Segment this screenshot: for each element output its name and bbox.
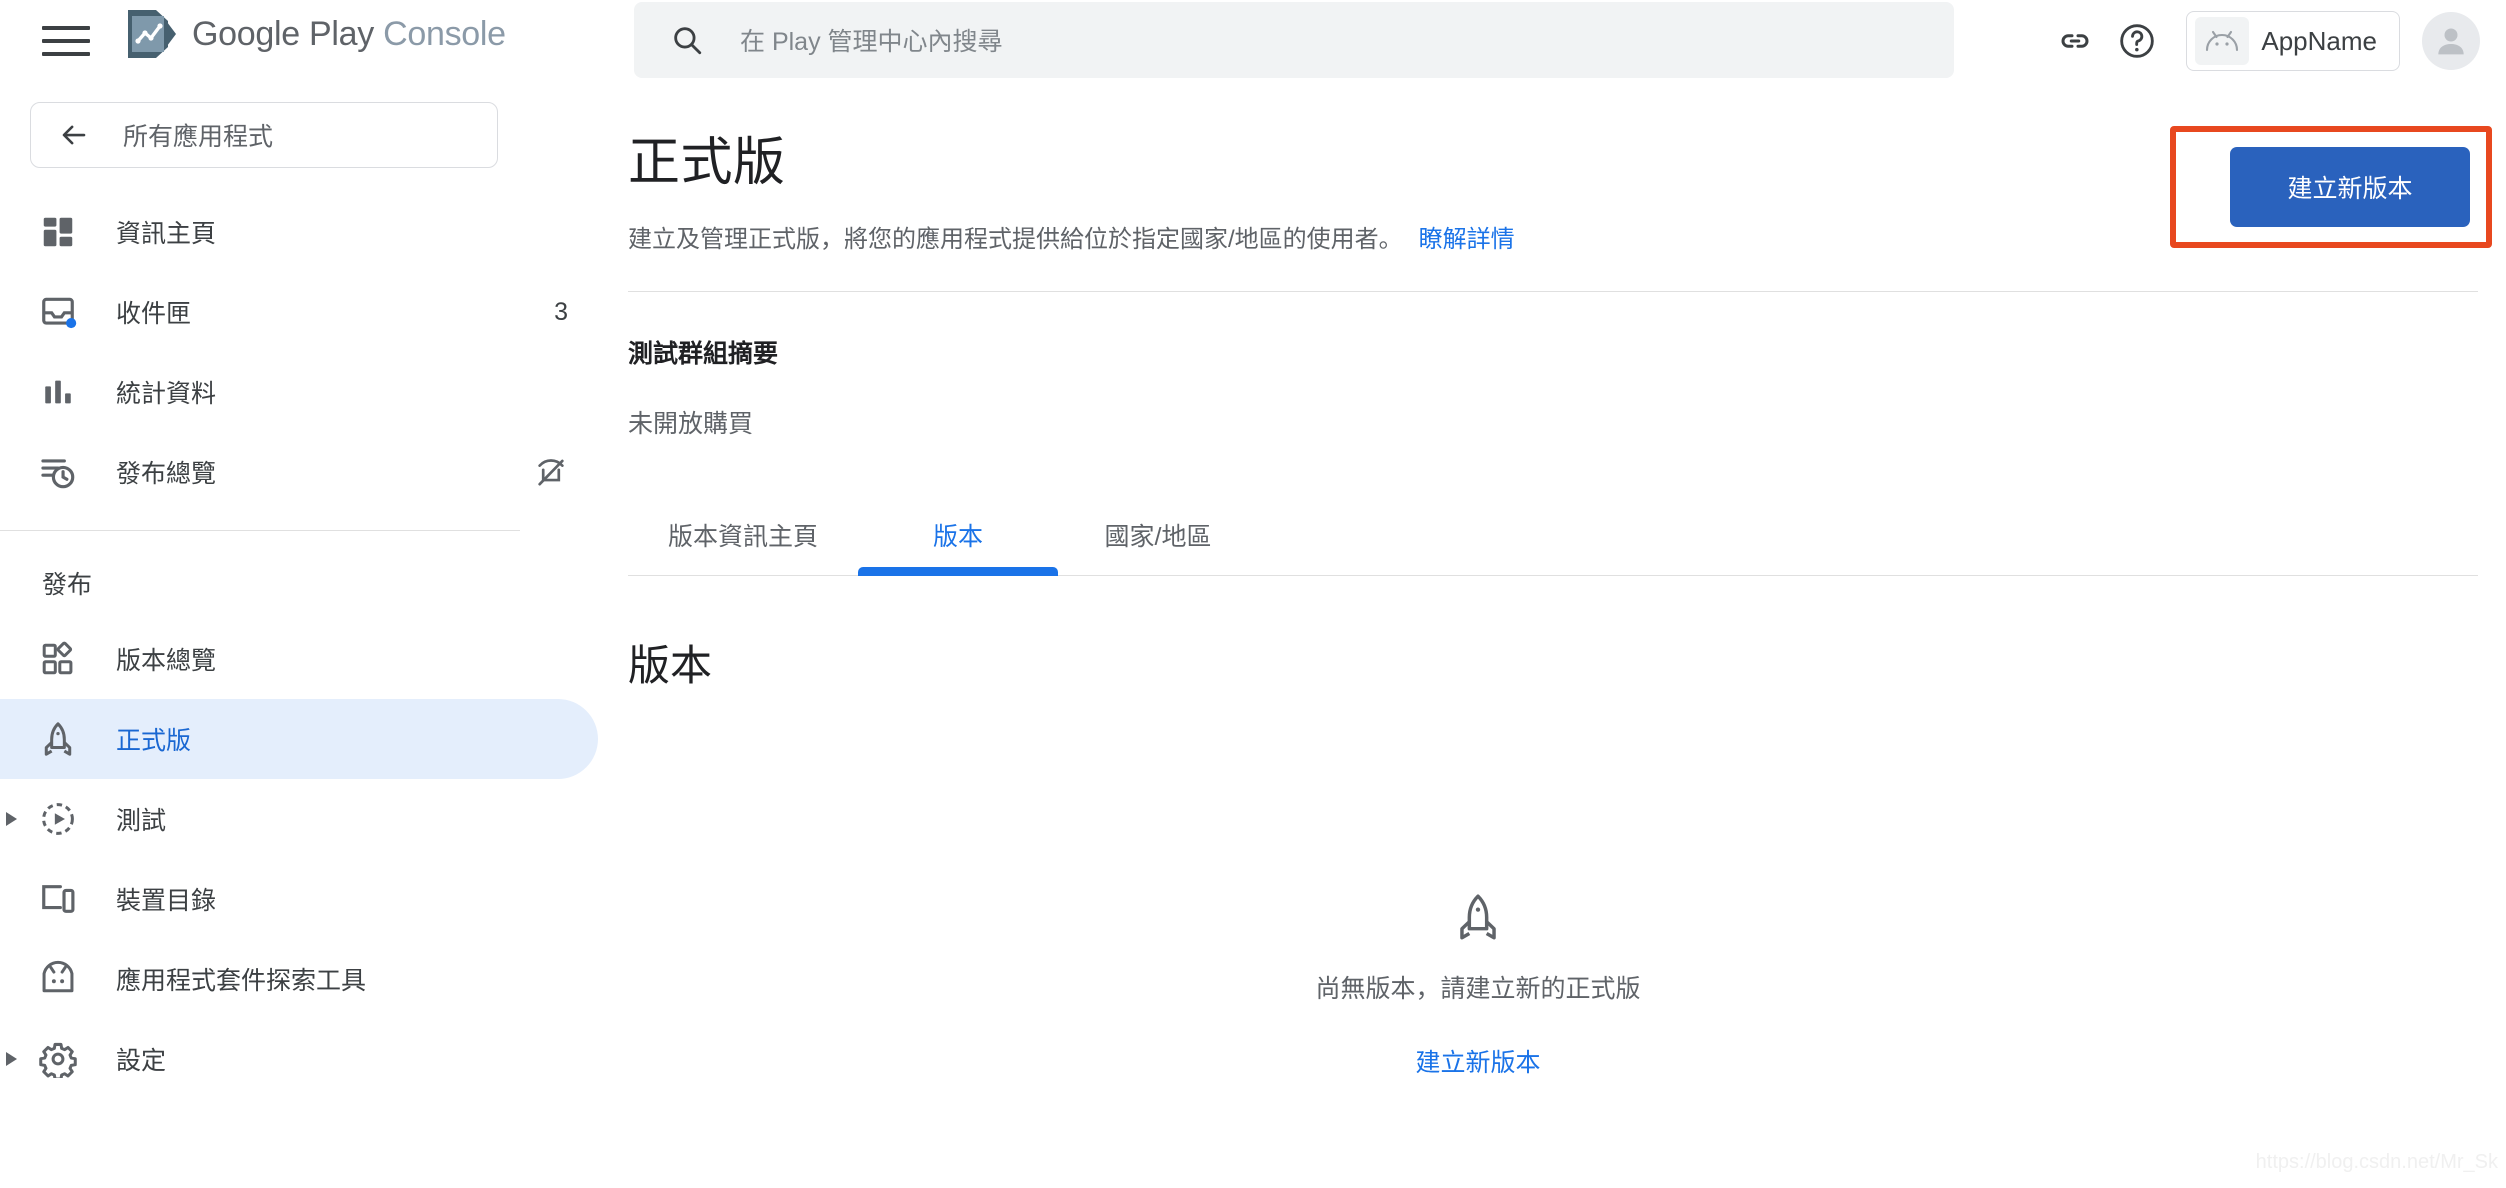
sidebar-item-trailing: 3 <box>554 298 568 327</box>
gear-icon <box>36 1037 80 1081</box>
watermark: https://blog.csdn.net/Mr_Sk <box>2255 1151 2498 1173</box>
header-divider <box>628 290 2478 292</box>
inbox-badge-count: 3 <box>554 297 568 326</box>
tab-releases[interactable]: 版本 <box>858 500 1059 576</box>
sidebar-item-label: 設定 <box>116 1047 167 1075</box>
app-selector-chip[interactable]: AppName <box>2186 11 2400 71</box>
sidebar-item-label: 測試 <box>116 807 167 835</box>
test-group-summary-title: 測試群組摘要 <box>628 339 779 368</box>
test-group-summary-status: 未開放購買 <box>628 409 754 438</box>
tab-countries-regions[interactable]: 國家/地區 <box>1058 500 1258 570</box>
android-head-icon <box>2195 17 2250 65</box>
brand-title-console: Console <box>383 14 506 53</box>
rocket-icon <box>36 717 80 761</box>
chevron-right-icon[interactable] <box>6 1052 17 1066</box>
app-bundle-explorer-icon <box>36 957 80 1001</box>
sidebar-item-releases-overview[interactable]: 版本總覽 <box>0 619 598 699</box>
sidebar-navigation: 所有應用程式 資訊主頁 收件匣 3 統計資料 發布總覽 發布 版本總覽 正式版 … <box>0 82 628 1188</box>
device-catalog-icon <box>36 877 80 921</box>
sidebar-item-settings[interactable]: 設定 <box>0 1019 598 1099</box>
google-play-console-logo <box>122 8 178 60</box>
tab-release-dashboard[interactable]: 版本資訊主頁 <box>628 500 858 570</box>
sidebar-item-label: 裝置目錄 <box>116 887 217 915</box>
search-placeholder: 在 Play 管理中心內搜尋 <box>740 28 1003 56</box>
app-chip-label: AppName <box>2261 25 2377 56</box>
help-circle-icon[interactable] <box>2106 10 2168 72</box>
back-to-all-apps-button[interactable]: 所有應用程式 <box>30 102 498 168</box>
sidebar-item-production[interactable]: 正式版 <box>0 699 598 779</box>
search-icon <box>670 23 704 57</box>
sidebar-item-dashboard[interactable]: 資訊主頁 <box>0 192 598 272</box>
bar-chart-icon <box>36 370 80 414</box>
empty-state-text: 尚無版本，請建立新的正式版 <box>1315 974 1641 1003</box>
page-description-row: 建立及管理正式版，將您的應用程式提供給位於指定國家/地區的使用者。 瞭解詳情 <box>628 223 2442 257</box>
page-title: 正式版 <box>628 134 786 192</box>
brand: Google Play Console <box>122 8 506 60</box>
play-console-page: Google Play Console 在 Play 管理中心內搜尋 AppNa… <box>0 0 2506 1188</box>
sidebar-primary-list: 資訊主頁 收件匣 3 統計資料 發布總覽 <box>0 192 628 512</box>
empty-state: 尚無版本，請建立新的正式版 建立新版本 <box>628 891 2328 1079</box>
sidebar-item-testing[interactable]: 測試 <box>0 779 598 859</box>
search-input[interactable]: 在 Play 管理中心內搜尋 <box>634 2 1954 78</box>
page-header: 正式版 建立及管理正式版，將您的應用程式提供給位於指定國家/地區的使用者。 瞭解詳… <box>628 120 2506 257</box>
tab-bar: 版本資訊主頁 版本 國家/地區 <box>628 500 2478 576</box>
back-to-all-apps-label: 所有應用程式 <box>123 123 274 151</box>
arrow-back-icon <box>57 120 91 150</box>
top-bar-actions: AppName <box>2044 0 2488 82</box>
brand-title-google-play: Google Play <box>192 14 374 53</box>
brand-title: Google Play Console <box>192 15 506 54</box>
main-inner: 正式版 建立及管理正式版，將您的應用程式提供給位於指定國家/地區的使用者。 瞭解詳… <box>628 82 2506 1079</box>
sidebar-item-label: 版本總覽 <box>116 647 217 675</box>
sidebar-section-title: 發布 <box>42 571 93 599</box>
sidebar-item-label: 應用程式套件探索工具 <box>116 967 367 995</box>
sidebar-item-label: 資訊主頁 <box>116 220 217 248</box>
create-release-button[interactable]: 建立新版本 <box>2230 147 2470 227</box>
releases-section-title: 版本 <box>628 641 713 689</box>
publishing-overview-icon <box>36 450 80 494</box>
learn-more-link[interactable]: 瞭解詳情 <box>1419 226 1515 253</box>
rocket-icon <box>1452 891 1504 943</box>
sidebar-publish-list: 版本總覽 正式版 測試 裝置目錄 應用程式套件探索工具 設定 <box>0 619 628 1099</box>
sidebar-item-label: 統計資料 <box>116 380 217 408</box>
sidebar-item-publishing-overview[interactable]: 發布總覽 <box>0 432 598 512</box>
dashboard-icon <box>36 210 80 254</box>
sidebar-item-device-catalog[interactable]: 裝置目錄 <box>0 859 598 939</box>
testing-icon <box>36 797 80 841</box>
top-app-bar: Google Play Console 在 Play 管理中心內搜尋 AppNa… <box>0 0 2506 82</box>
link-icon[interactable] <box>2044 10 2106 72</box>
sidebar-item-inbox[interactable]: 收件匣 3 <box>0 272 598 352</box>
sidebar-item-app-bundle-explorer[interactable]: 應用程式套件探索工具 <box>0 939 598 1019</box>
sidebar-item-trailing[interactable] <box>534 455 568 489</box>
sidebar-item-label: 收件匣 <box>116 300 192 328</box>
sidebar-item-label: 正式版 <box>116 727 192 755</box>
sidebar-item-statistics[interactable]: 統計資料 <box>0 352 598 432</box>
page-description: 建立及管理正式版，將您的應用程式提供給位於指定國家/地區的使用者。 <box>628 226 1403 253</box>
main-content: 正式版 建立及管理正式版，將您的應用程式提供給位於指定國家/地區的使用者。 瞭解詳… <box>628 82 2506 1188</box>
releases-overview-icon <box>36 637 80 681</box>
hamburger-menu-icon[interactable] <box>42 22 90 60</box>
visibility-off-icon[interactable] <box>534 455 568 489</box>
sidebar-item-label: 發布總覽 <box>116 460 217 488</box>
chevron-right-icon[interactable] <box>6 812 17 826</box>
user-avatar-icon[interactable] <box>2422 12 2480 70</box>
empty-state-create-release-link[interactable]: 建立新版本 <box>1415 1043 1540 1079</box>
inbox-icon <box>36 290 80 334</box>
